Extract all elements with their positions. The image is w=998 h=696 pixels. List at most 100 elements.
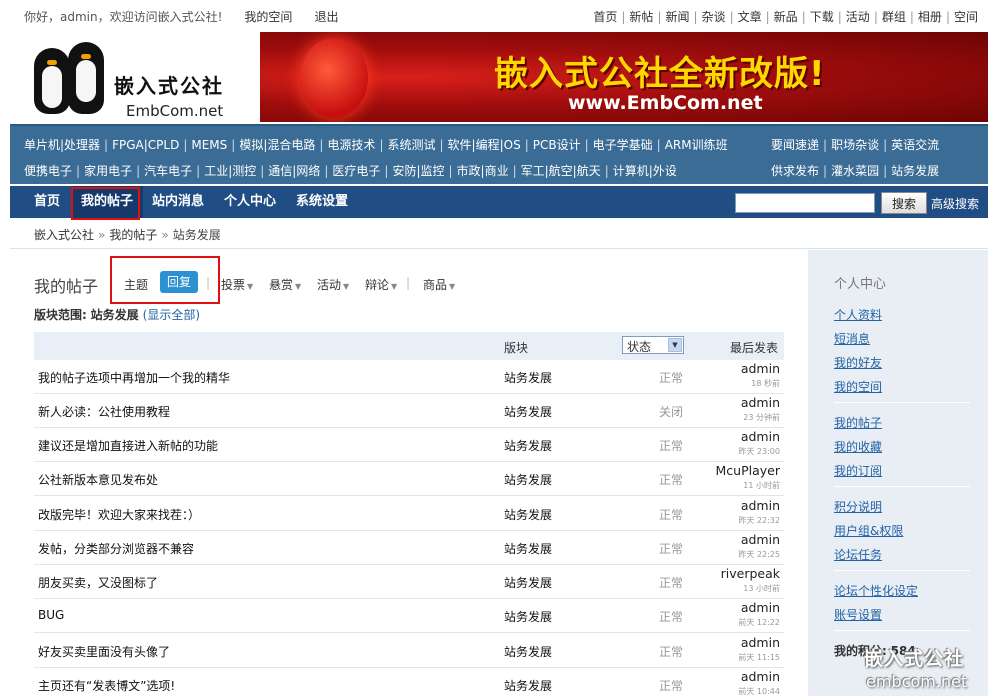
- last-poster-link[interactable]: admin: [741, 669, 780, 684]
- post-forum-link[interactable]: 站务发展: [504, 608, 552, 625]
- category-link[interactable]: 要闻速递: [771, 138, 819, 152]
- top-link-albums[interactable]: 相册: [918, 10, 942, 24]
- top-link-products[interactable]: 新品: [774, 10, 798, 24]
- top-link-misc[interactable]: 杂谈: [702, 10, 726, 24]
- site-logo[interactable]: 嵌入式公社 EmbCom.net: [32, 40, 262, 120]
- post-forum-link[interactable]: 站务发展: [504, 369, 552, 386]
- last-poster-link[interactable]: admin: [741, 635, 780, 650]
- category-link[interactable]: 灌水菜园: [831, 164, 879, 178]
- sidebar-item-subscriptions[interactable]: 我的订阅: [834, 462, 882, 479]
- tab-activities[interactable]: 活动 ▼: [317, 276, 349, 293]
- sidebar-item-tasks[interactable]: 论坛任务: [834, 546, 882, 563]
- category-link[interactable]: 职场杂谈: [831, 138, 879, 152]
- tab-label: 悬赏: [269, 278, 294, 292]
- promo-banner[interactable]: 嵌入式公社全新改版! www.EmbCom.net: [260, 32, 988, 122]
- last-poster-link[interactable]: admin: [741, 361, 780, 376]
- sidebar-item-space[interactable]: 我的空间: [834, 378, 882, 395]
- sidebar-item-profile[interactable]: 个人资料: [834, 306, 882, 323]
- category-link[interactable]: ARM训练班: [665, 138, 728, 152]
- nav-home[interactable]: 首页: [34, 186, 60, 218]
- status-filter-select[interactable]: 状态 ▼: [622, 336, 684, 354]
- sidebar-item-account[interactable]: 账号设置: [834, 606, 882, 623]
- top-link-new-posts[interactable]: 新帖: [629, 10, 653, 24]
- advanced-search-link[interactable]: 高级搜索: [931, 195, 979, 212]
- category-link[interactable]: FPGA|CPLD: [112, 138, 179, 152]
- post-forum-link[interactable]: 站务发展: [504, 643, 552, 660]
- logout-link[interactable]: 退出: [314, 10, 338, 24]
- last-poster-link[interactable]: McuPlayer: [716, 463, 780, 478]
- last-poster-link[interactable]: admin: [741, 429, 780, 444]
- category-link[interactable]: 供求发布: [771, 164, 819, 178]
- search-input[interactable]: [735, 193, 875, 213]
- category-link[interactable]: 计算机|外设: [613, 164, 677, 178]
- category-link[interactable]: 单片机|处理器: [24, 138, 100, 152]
- sidebar-item-points-info[interactable]: 积分说明: [834, 498, 882, 515]
- category-link[interactable]: 市政|商业: [457, 164, 509, 178]
- top-link-space[interactable]: 空间: [954, 10, 978, 24]
- top-link-home[interactable]: 首页: [593, 10, 617, 24]
- category-link[interactable]: 汽车电子: [144, 164, 192, 178]
- last-poster-link[interactable]: admin: [741, 498, 780, 513]
- category-link[interactable]: 军工|航空|航天: [521, 164, 601, 178]
- category-link[interactable]: 通信|网络: [268, 164, 320, 178]
- post-forum-link[interactable]: 站务发展: [504, 677, 552, 694]
- category-link[interactable]: PCB设计: [533, 138, 581, 152]
- category-link[interactable]: 电子学基础: [593, 138, 653, 152]
- last-poster-link[interactable]: riverpeak: [721, 566, 780, 581]
- post-subject-link[interactable]: 改版完毕！欢迎大家来找茬：）: [38, 506, 200, 523]
- post-forum-link[interactable]: 站务发展: [504, 471, 552, 488]
- post-subject-link[interactable]: 我的帖子选项中再增加一个我的精华: [38, 369, 230, 386]
- category-link[interactable]: 英语交流: [891, 138, 939, 152]
- sidebar-item-usergroups[interactable]: 用户组&权限: [834, 522, 903, 539]
- category-link[interactable]: 系统测试: [387, 138, 435, 152]
- my-space-link[interactable]: 我的空间: [244, 10, 292, 24]
- top-link-events[interactable]: 活动: [846, 10, 870, 24]
- post-subject-link[interactable]: BUG: [38, 608, 64, 622]
- post-subject-link[interactable]: 建议还是增加直接进入新帖的功能: [38, 437, 218, 454]
- category-link[interactable]: 安防|监控: [392, 164, 444, 178]
- post-subject-link[interactable]: 发帖，分类部分浏览器不兼容: [38, 540, 194, 557]
- top-link-groups[interactable]: 群组: [882, 10, 906, 24]
- category-link[interactable]: MEMS: [191, 138, 227, 152]
- category-link[interactable]: 医疗电子: [332, 164, 380, 178]
- nav-user-center[interactable]: 个人中心: [224, 186, 276, 218]
- tab-rewards[interactable]: 悬赏 ▼: [269, 276, 301, 293]
- category-link[interactable]: 工业|测控: [204, 164, 256, 178]
- top-link-articles[interactable]: 文章: [738, 10, 762, 24]
- top-link-news[interactable]: 新闻: [665, 10, 689, 24]
- sidebar-item-customize[interactable]: 论坛个性化设定: [834, 582, 918, 599]
- breadcrumb-my-posts[interactable]: 我的帖子: [109, 228, 157, 242]
- post-subject-link[interactable]: 主页还有“发表博文”选项!: [38, 677, 175, 694]
- post-forum-link[interactable]: 站务发展: [504, 506, 552, 523]
- category-link[interactable]: 电源技术: [327, 138, 375, 152]
- last-poster-link[interactable]: admin: [741, 532, 780, 547]
- nav-messages[interactable]: 站内消息: [152, 186, 204, 218]
- tab-goods[interactable]: 商品 ▼: [423, 276, 455, 293]
- top-link-downloads[interactable]: 下载: [810, 10, 834, 24]
- category-link[interactable]: 站务发展: [891, 164, 939, 178]
- sidebar-item-my-posts[interactable]: 我的帖子: [834, 414, 882, 431]
- post-forum-link[interactable]: 站务发展: [504, 403, 552, 420]
- post-forum-link[interactable]: 站务发展: [504, 540, 552, 557]
- post-subject-link[interactable]: 朋友买卖，又没图标了: [38, 574, 158, 591]
- nav-settings[interactable]: 系统设置: [296, 186, 348, 218]
- last-poster-link[interactable]: admin: [741, 395, 780, 410]
- category-link[interactable]: 家用电子: [84, 164, 132, 178]
- sidebar-item-favorites[interactable]: 我的收藏: [834, 438, 882, 455]
- sidebar-item-friends[interactable]: 我的好友: [834, 354, 882, 371]
- tab-polls[interactable]: 投票 ▼: [221, 276, 253, 293]
- post-subject-link[interactable]: 新人必读：公社使用教程: [38, 403, 170, 420]
- post-subject-link[interactable]: 公社新版本意见发布处: [38, 471, 158, 488]
- post-subject-link[interactable]: 好友买卖里面没有头像了: [38, 643, 170, 660]
- search-button[interactable]: 搜索: [881, 192, 927, 214]
- tab-debates[interactable]: 辩论 ▼: [365, 276, 397, 293]
- breadcrumb-home[interactable]: 嵌入式公社: [34, 228, 94, 242]
- last-poster-link[interactable]: admin: [741, 600, 780, 615]
- category-link[interactable]: 便携电子: [24, 164, 72, 178]
- category-link[interactable]: 模拟|混合电路: [239, 138, 315, 152]
- category-link[interactable]: 软件|编程|OS: [448, 138, 521, 152]
- post-forum-link[interactable]: 站务发展: [504, 437, 552, 454]
- sidebar-item-messages[interactable]: 短消息: [834, 330, 870, 347]
- show-all-link[interactable]: (显示全部): [143, 308, 200, 322]
- post-forum-link[interactable]: 站务发展: [504, 574, 552, 591]
